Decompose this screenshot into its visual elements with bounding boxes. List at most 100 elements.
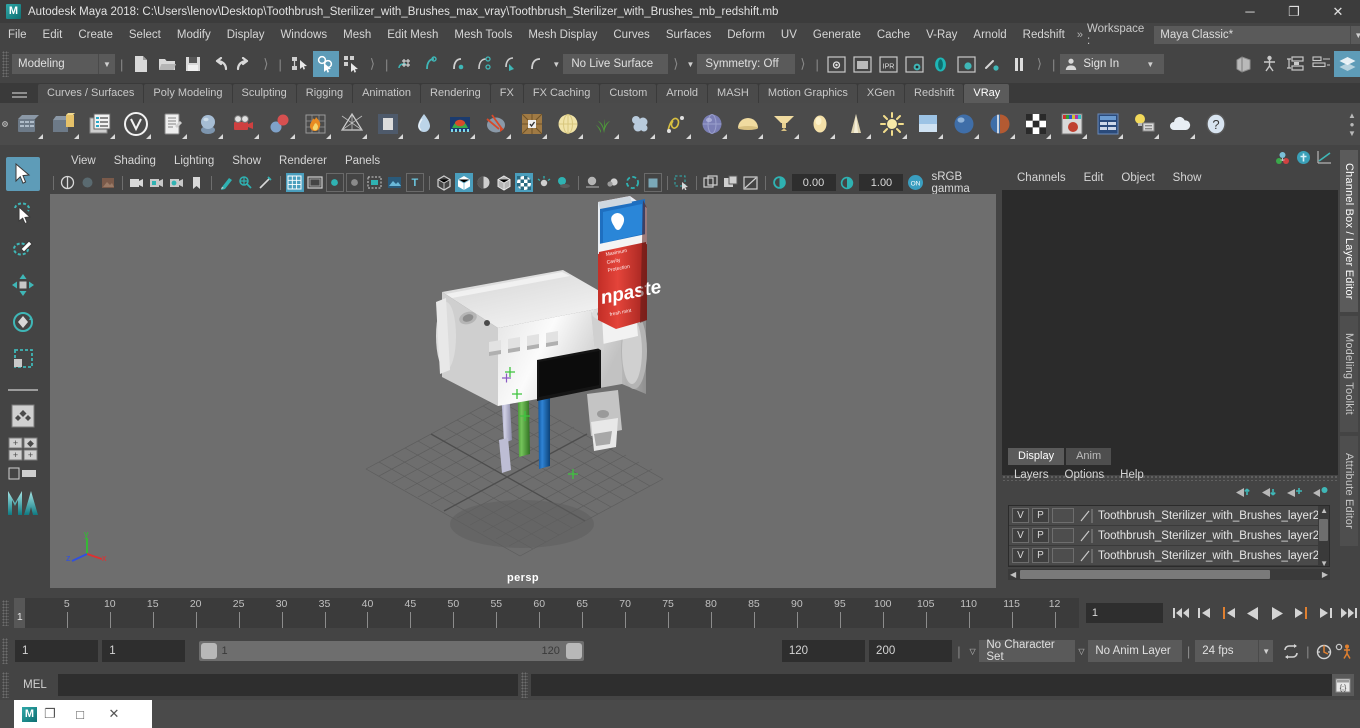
menuset-select[interactable]: Modeling	[12, 54, 98, 74]
vray-plane-icon[interactable]	[371, 107, 405, 141]
viewport-menu-panels[interactable]: Panels	[336, 155, 389, 167]
menu-edit[interactable]: Edit	[35, 23, 71, 47]
shadows-icon[interactable]	[555, 173, 573, 192]
xray-icon[interactable]	[237, 173, 255, 192]
animation-end-field[interactable]: 200	[869, 640, 953, 662]
vray-fur-icon[interactable]	[407, 107, 441, 141]
menu-create[interactable]: Create	[70, 23, 121, 47]
snap-to-curve-button[interactable]	[419, 51, 445, 77]
menu-mesh-display[interactable]: Mesh Display	[520, 23, 605, 47]
chevron-down-icon[interactable]: ▼	[1257, 640, 1274, 662]
workspace-select[interactable]: Maya Classic*	[1154, 26, 1351, 44]
auto-keyframe-icon[interactable]	[1315, 639, 1335, 663]
shelf-tab-rigging[interactable]: Rigging	[296, 84, 353, 103]
tool-settings-panel-button[interactable]	[1308, 51, 1334, 77]
script-editor-icon[interactable]: {;}	[1332, 674, 1354, 696]
vray-material-sphere-icon[interactable]	[191, 107, 225, 141]
select-camera-icon[interactable]	[59, 173, 77, 192]
taskbar-app-chip[interactable]: M ❐ □ ✕	[14, 700, 152, 728]
vray-mesh-light-icon[interactable]	[335, 107, 369, 141]
rotate-tool[interactable]	[6, 305, 40, 339]
vray-help-icon[interactable]: ?	[1199, 107, 1233, 141]
isolate-select-icon[interactable]	[673, 173, 691, 192]
motion-blur-icon[interactable]	[604, 173, 622, 192]
shelf-tab-fx[interactable]: FX	[490, 84, 523, 103]
command-language-label[interactable]: MEL	[12, 679, 58, 691]
vray-ies-light-icon[interactable]	[803, 107, 837, 141]
menu-display[interactable]: Display	[219, 23, 273, 47]
vray-render-folder-icon[interactable]	[47, 107, 81, 141]
channel-box-panel-button[interactable]	[1334, 51, 1360, 77]
dock-tab-attribute-editor[interactable]: Attribute Editor	[1340, 436, 1358, 546]
channel-menu-channels[interactable]: Channels	[1008, 172, 1075, 184]
menu-redshift[interactable]: Redshift	[1015, 23, 1073, 47]
symmetry-field[interactable]: Symmetry: Off	[697, 54, 796, 74]
layer-name[interactable]: Toothbrush_Sterilizer_with_Brushes_layer…	[1098, 530, 1326, 542]
channel-box-icon[interactable]	[1275, 151, 1290, 168]
layer-name[interactable]: Toothbrush_Sterilizer_with_Brushes_layer…	[1098, 550, 1326, 562]
texture-display-icon[interactable]	[514, 173, 533, 192]
shelf-tab-sculpting[interactable]: Sculpting	[232, 84, 296, 103]
outliner-panel-button[interactable]	[1230, 51, 1256, 77]
vray-frame-buffer-icon[interactable]	[1055, 107, 1089, 141]
snap-to-projected-center-button[interactable]	[471, 51, 497, 77]
shelf-tab-xgen[interactable]: XGen	[857, 84, 905, 103]
scroll-up-arrow-icon[interactable]: ▲	[1320, 506, 1328, 515]
dock-tab-channel-box[interactable]: Channel Box / Layer Editor	[1340, 150, 1358, 312]
menu-curves[interactable]: Curves	[605, 23, 657, 47]
layer-playback-toggle[interactable]: P	[1032, 508, 1049, 523]
menu-cache[interactable]: Cache	[869, 23, 918, 47]
vray-render-elements-icon[interactable]	[1091, 107, 1125, 141]
shelf-tab-fx-caching[interactable]: FX Caching	[523, 84, 600, 103]
live-surface-field[interactable]: No Live Surface	[563, 54, 669, 74]
layer-list-vertical-scrollbar[interactable]: ▲ ▼	[1318, 506, 1329, 566]
maximize-button[interactable]: □	[63, 700, 97, 728]
vray-displacement-icon[interactable]	[443, 107, 477, 141]
viewport-menu-view[interactable]: View	[62, 155, 105, 167]
menu-overflow-chevron-icon[interactable]: »	[1073, 29, 1087, 41]
wireframe-shading-icon[interactable]	[435, 173, 453, 192]
menu-vray[interactable]: V-Ray	[918, 23, 965, 47]
grid-display-icon[interactable]	[285, 173, 304, 192]
vray-dome-light-icon[interactable]	[551, 107, 585, 141]
range-end-field[interactable]: 120	[781, 640, 866, 662]
pause-render-button[interactable]	[1006, 51, 1032, 77]
viewport-menu-show[interactable]: Show	[223, 155, 270, 167]
hypershade-button[interactable]	[928, 51, 954, 77]
vray-clipper-icon[interactable]	[515, 107, 549, 141]
animation-preferences-icon[interactable]	[1334, 639, 1354, 663]
vray-fire-volume-icon[interactable]	[299, 107, 333, 141]
hud-text-icon[interactable]: T	[405, 173, 424, 192]
select-by-component-button[interactable]	[339, 51, 365, 77]
layer-visibility-toggle[interactable]: V	[1012, 548, 1029, 563]
resolution-gate-icon[interactable]	[325, 173, 344, 192]
scrollbar-thumb[interactable]	[1020, 570, 1270, 579]
smooth-shade-all-icon[interactable]	[454, 173, 473, 192]
vray-camera-icon[interactable]	[227, 107, 261, 141]
shelf-scroll-arrows[interactable]: ▲ ● ▼	[1344, 105, 1360, 143]
menu-windows[interactable]: Windows	[272, 23, 335, 47]
render-settings-button[interactable]	[902, 51, 928, 77]
color-management-toggle[interactable]: ON	[906, 173, 924, 192]
table-row[interactable]: V P Toothbrush_Sterilizer_with_Brushes_l…	[1009, 506, 1329, 526]
layer-menu-layers[interactable]: Layers	[1006, 469, 1057, 481]
animation-start-field[interactable]: 1	[15, 640, 99, 662]
render-current-frame-button[interactable]	[824, 51, 850, 77]
scrollbar-thumb[interactable]	[1319, 519, 1328, 541]
shelf-tab-custom[interactable]: Custom	[600, 84, 657, 103]
select-by-object-button[interactable]	[312, 51, 339, 77]
vray-light-lister-icon[interactable]	[1127, 107, 1161, 141]
vray-blend-mtl-icon[interactable]	[983, 107, 1017, 141]
make-live-button[interactable]	[523, 51, 549, 77]
anim-layer-select[interactable]: No Anim Layer	[1088, 640, 1182, 662]
range-slider[interactable]: 1 120	[199, 641, 584, 661]
scale-tool[interactable]	[6, 342, 40, 376]
scroll-down-arrow-icon[interactable]: ▼	[1320, 559, 1328, 566]
range-left-handle[interactable]	[201, 643, 218, 659]
display-layer-list[interactable]: V P Toothbrush_Sterilizer_with_Brushes_l…	[1008, 505, 1330, 567]
dock-tab-modeling-toolkit[interactable]: Modeling Toolkit	[1340, 316, 1358, 432]
attribute-editor-icon[interactable]	[1296, 150, 1311, 168]
current-frame-field[interactable]: 1	[1085, 603, 1163, 623]
ipr-render-button[interactable]: IPR	[876, 51, 902, 77]
new-scene-button[interactable]	[128, 51, 154, 77]
